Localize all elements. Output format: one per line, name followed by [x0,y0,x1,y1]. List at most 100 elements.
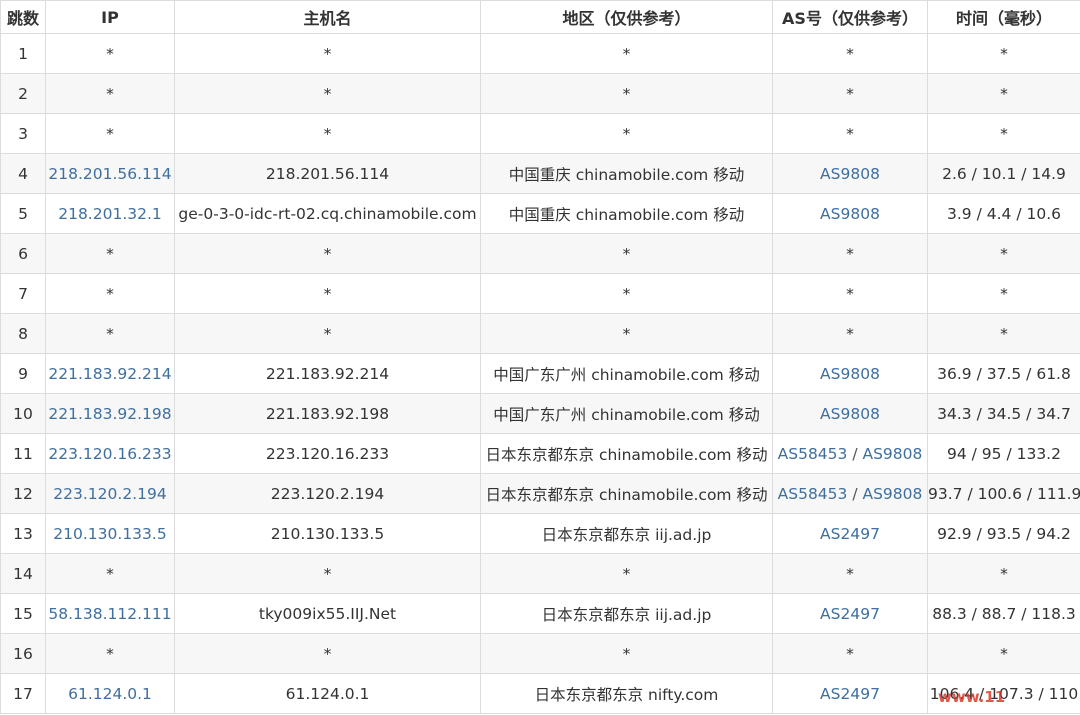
time-cell-text: * [1000,644,1008,663]
hop-cell-text: 6 [18,244,28,263]
ip-cell-link[interactable]: 223.120.16.233 [48,445,171,463]
as-link[interactable]: AS2497 [820,605,880,623]
region-cell: 中国广东广州 chinamobile.com 移动 [480,393,773,434]
ip-cell-text: * [106,124,114,143]
as-cell: AS2497 [772,673,928,714]
ip-cell-text: * [106,284,114,303]
as-cell: AS2497 [772,593,928,634]
table-row: 14 * * * * * [0,553,1080,594]
hop-cell-text: 7 [18,284,28,303]
time-cell-text: * [1000,324,1008,343]
hostname-cell-text: ge-0-3-0-idc-rt-02.cq.chinamobile.com [178,204,477,223]
time-cell: * [927,33,1080,74]
region-cell: * [480,73,773,114]
region-cell: * [480,313,773,354]
hostname-cell-text: 223.120.2.194 [270,484,385,503]
region-cell-text: 中国重庆 chinamobile.com 移动 [508,165,745,184]
hostname-cell: * [174,233,481,274]
region-cell: * [480,273,773,314]
ip-cell: 58.138.112.111 [45,593,175,634]
as-link[interactable]: AS9808 [862,485,922,503]
as-link[interactable]: AS2497 [820,685,880,703]
hop-cell: 7 [0,273,46,314]
ip-cell-link[interactable]: 61.124.0.1 [68,685,152,703]
time-cell-text: * [1000,564,1008,583]
ip-cell-text: * [106,324,114,343]
time-cell: * [927,633,1080,674]
hostname-cell-text: * [323,124,332,143]
hostname-cell-text: * [323,84,332,103]
ip-cell-link[interactable]: 223.120.2.194 [53,485,166,503]
ip-cell-link[interactable]: 221.183.92.198 [48,405,171,423]
hop-cell-text: 8 [18,324,28,343]
table-row: 12 223.120.2.194 223.120.2.194 日本东京都东京 chin… [0,473,1080,514]
table-row: 2 * * * * * [0,73,1080,114]
header-region: 地区（仅供参考） [480,0,773,34]
ip-cell: * [45,33,175,74]
table-row: 16 * * * * * [0,633,1080,674]
hostname-cell-text: * [323,324,332,343]
header-hostname: 主机名 [174,0,481,34]
hostname-cell: * [174,553,481,594]
as-cell: * [772,33,928,74]
as-link[interactable]: AS9808 [820,165,880,183]
ip-cell-link[interactable]: 221.183.92.214 [48,365,171,383]
as-link[interactable]: AS9808 [820,365,880,383]
region-cell-text: * [622,564,631,583]
hop-cell: 13 [0,513,46,554]
hop-cell: 10 [0,393,46,434]
hostname-cell: 61.124.0.1 [174,673,481,714]
time-cell: 93.7 / 100.6 / 111.9 [927,473,1080,514]
ip-cell-link[interactable]: 218.201.56.114 [48,165,171,183]
time-cell-text: 92.9 / 93.5 / 94.2 [937,524,1071,543]
hop-cell-text: 3 [18,124,28,143]
time-cell: 3.9 / 4.4 / 10.6 [927,193,1080,234]
as-cell: * [772,273,928,314]
hostname-cell-text: 221.183.92.198 [265,404,390,423]
region-cell-text: * [622,244,631,263]
region-cell-text: * [622,44,631,63]
as-text: * [846,244,854,263]
time-cell-text: 93.7 / 100.6 / 111.9 [928,484,1080,503]
header-hop: 跳数 [0,0,46,34]
ip-cell: * [45,273,175,314]
time-cell: 94 / 95 / 133.2 [927,433,1080,474]
region-cell-text: * [622,644,631,663]
hostname-cell-text: * [323,564,332,583]
table-row: 15 58.138.112.111 tky009ix55.IIJ.Net 日本东京都东… [0,593,1080,634]
ip-cell: * [45,313,175,354]
time-cell: 36.9 / 37.5 / 61.8 [927,353,1080,394]
ip-cell: 210.130.133.5 [45,513,175,554]
ip-cell-link[interactable]: 58.138.112.111 [48,605,171,623]
as-link[interactable]: AS9808 [862,445,922,463]
time-cell: 92.9 / 93.5 / 94.2 [927,513,1080,554]
region-cell: * [480,233,773,274]
ip-cell-link[interactable]: 218.201.32.1 [58,205,162,223]
region-cell-text: 中国广东广州 chinamobile.com 移动 [493,405,760,424]
ip-cell: * [45,73,175,114]
as-cell: * [772,313,928,354]
as-link[interactable]: AS58453 [778,485,848,503]
region-cell: * [480,113,773,154]
region-cell-text: 日本东京都东京 iij.ad.jp [541,525,712,544]
hop-cell: 1 [0,33,46,74]
hop-cell: 6 [0,233,46,274]
ip-cell: * [45,113,175,154]
region-cell: 中国重庆 chinamobile.com 移动 [480,153,773,194]
as-link[interactable]: AS2497 [820,525,880,543]
table-body: 1 * * * * * 2 * * * * * 3 * * * * * 4 218.201.56.114 218.201… [0,33,1080,714]
region-cell-text: * [622,284,631,303]
as-cell: * [772,73,928,114]
as-link[interactable]: AS9808 [820,205,880,223]
as-link[interactable]: AS9808 [820,405,880,423]
hop-cell: 4 [0,153,46,194]
ip-cell-link[interactable]: 210.130.133.5 [53,525,166,543]
hostname-cell: 218.201.56.114 [174,153,481,194]
ip-cell-text: * [106,564,114,583]
region-cell: 中国重庆 chinamobile.com 移动 [480,193,773,234]
hostname-cell-text: * [323,644,332,663]
as-link[interactable]: AS58453 [778,445,848,463]
as-cell: * [772,113,928,154]
region-cell-text: * [622,84,631,103]
hop-cell-text: 15 [13,604,33,623]
